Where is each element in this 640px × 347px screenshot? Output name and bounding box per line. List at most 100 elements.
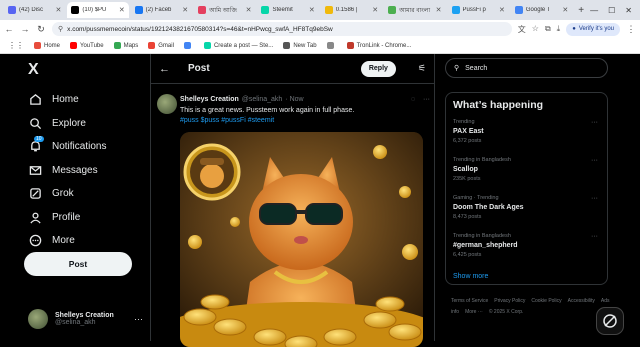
account-switcher[interactable]: Shelleys Creation @selina_akh ···	[28, 309, 143, 329]
back-icon[interactable]: ←	[4, 24, 14, 34]
nav-item-messages[interactable]: Messages	[28, 159, 106, 183]
browser-tab[interactable]: 0.1586 | ✕	[321, 2, 382, 18]
extensions-icon[interactable]: ⧉	[545, 24, 551, 35]
tune-icon[interactable]: ⚟	[418, 63, 426, 74]
downloads-icon[interactable]: ⤓	[557, 24, 561, 35]
tweet-author-name[interactable]: Shelleys Creation	[180, 96, 239, 103]
bookmark-item[interactable]: Maps	[113, 42, 138, 49]
nav-item-explore[interactable]: Explore	[28, 112, 106, 136]
footer-link[interactable]: Cookie Policy	[531, 298, 561, 304]
bookmark-item[interactable]	[183, 42, 194, 49]
tweet-avatar[interactable]	[157, 94, 177, 114]
tab-close-icon[interactable]: ✕	[246, 6, 252, 14]
forward-icon[interactable]: →	[20, 24, 30, 34]
tweet-more-icon[interactable]: ···	[423, 96, 430, 103]
tab-title: 0.1586 |	[335, 7, 358, 13]
tab-close-icon[interactable]: ✕	[309, 6, 315, 14]
search-input[interactable]: ⚲ Search	[445, 58, 608, 78]
footer-link[interactable]: © 2025 X Corp.	[489, 309, 524, 315]
address-bar[interactable]: ⚲ x.com/pussmemecoin/status/192124382167…	[52, 22, 512, 36]
browser-tab[interactable]: আমি আজি ✕	[194, 2, 255, 18]
tab-close-icon[interactable]: ✕	[436, 6, 442, 14]
maximize-icon[interactable]: ☐	[608, 6, 615, 15]
verify-button[interactable]: ● Verify it's you	[566, 22, 620, 36]
bookmark-item[interactable]: YouTube	[70, 42, 104, 49]
toolbar-icons: 文 ☆ ⧉ ⤓	[518, 24, 560, 35]
nav-item-profile[interactable]: Profile	[28, 206, 106, 230]
trend-more-icon[interactable]: ···	[591, 195, 598, 202]
bookmark-item[interactable]: Home	[34, 42, 60, 49]
trend-post-count: 235K posts	[453, 176, 481, 182]
page-title: Post	[188, 63, 210, 74]
tweet-image[interactable]	[180, 132, 423, 347]
browser-tab[interactable]: (10) $PU ✕	[67, 2, 129, 18]
bookmark-favicon-icon	[113, 42, 121, 49]
tab-close-icon[interactable]: ✕	[499, 6, 505, 14]
trend-more-icon[interactable]: ···	[591, 119, 598, 126]
back-arrow-icon[interactable]: ←	[159, 63, 170, 75]
home-icon	[28, 93, 42, 107]
footer-link[interactable]: Accessibility	[568, 298, 595, 304]
translate-icon[interactable]: 文	[518, 24, 526, 35]
bookmark-item[interactable]: Gmail	[148, 42, 174, 49]
nav-item-label: Home	[52, 94, 79, 106]
trend-item[interactable]: Gaming · Trending Doom The Dark Ages 8,4…	[453, 195, 600, 233]
site-info-icon[interactable]: ⚲	[58, 25, 63, 33]
bookmark-item[interactable]: Create a post — Ste...	[203, 42, 273, 49]
reply-button[interactable]: Reply	[360, 60, 396, 77]
nav-item-home[interactable]: Home	[28, 88, 106, 112]
post-button[interactable]: Post	[24, 252, 132, 276]
tweet-hashtags[interactable]: #puss $puss #pussFi #steemit	[180, 116, 430, 126]
reload-icon[interactable]: ↻	[36, 24, 46, 35]
bookmark-label: New Tab	[293, 42, 317, 49]
browser-tab[interactable]: Steemit ✕	[257, 2, 318, 18]
nav-item-notifications[interactable]: 10 Notifications	[28, 135, 106, 159]
nav-item-grok[interactable]: Grok	[28, 182, 106, 206]
tab-close-icon[interactable]: ✕	[182, 6, 188, 14]
browser-menu-icon[interactable]: ⋮	[626, 24, 636, 35]
browser-tab[interactable]: (2) Faceb ✕	[131, 2, 192, 18]
bookmark-item[interactable]	[326, 42, 337, 49]
tab-close-icon[interactable]: ✕	[562, 6, 568, 14]
bookmark-item[interactable]: New Tab	[283, 42, 317, 49]
close-window-icon[interactable]: ✕	[625, 6, 632, 15]
browser-tab[interactable]: আমার বাংলা ✕	[384, 2, 445, 18]
trend-more-icon[interactable]: ···	[591, 157, 598, 164]
browser-tab[interactable]: Google T ✕	[511, 2, 572, 18]
nav-item-label: Explore	[52, 117, 86, 129]
tab-favicon-icon	[324, 6, 333, 14]
grok-icon[interactable]: ◌	[411, 96, 415, 103]
right-sidebar: ⚲ Search What’s happening Trending PAX E…	[445, 54, 615, 341]
minimize-icon[interactable]: —	[590, 6, 598, 15]
bookmark-label: YouTube	[80, 42, 104, 49]
footer-link[interactable]: More ···	[465, 309, 483, 315]
browser-tab[interactable]: PussFi p ✕	[448, 2, 509, 18]
bookmark-favicon-icon	[283, 42, 291, 49]
new-tab-button[interactable]: +	[574, 5, 588, 16]
footer-link[interactable]: Privacy Policy	[494, 298, 525, 304]
bookmark-star-icon[interactable]: ☆	[532, 24, 539, 35]
account-more-icon[interactable]: ···	[134, 314, 143, 324]
x-logo-icon[interactable]: X	[28, 61, 39, 79]
tab-close-icon[interactable]: ✕	[372, 6, 378, 14]
footer-link[interactable]: Terms of Service	[451, 298, 488, 304]
apps-grid-icon[interactable]: ⋮⋮	[8, 41, 24, 50]
grok-fab-button[interactable]	[596, 307, 624, 335]
tab-close-icon[interactable]: ✕	[119, 6, 125, 14]
window-controls: — ☐ ✕	[590, 6, 640, 15]
nav-item-more[interactable]: More	[28, 229, 106, 253]
trend-item[interactable]: Trending PAX East 6,372 posts ···	[453, 119, 600, 157]
trend-item[interactable]: Trending in Bangladesh Scallop 235K post…	[453, 157, 600, 195]
bookmarks-bar: ⋮⋮ Home YouTube Maps Gmail Create a post…	[0, 38, 640, 54]
nav-item-label: More	[52, 235, 75, 247]
trends-title: What’s happening	[453, 99, 544, 111]
tweet-actions: ◌ ···	[411, 96, 430, 103]
trend-more-icon[interactable]: ···	[591, 233, 598, 240]
bookmark-item[interactable]: TronLink - Chrome...	[346, 42, 411, 49]
browser-tab[interactable]: (42) Disc ✕	[4, 2, 65, 18]
tab-close-icon[interactable]: ✕	[55, 6, 61, 14]
show-more-link[interactable]: Show more	[453, 273, 600, 280]
trend-item[interactable]: Trending in Bangladesh #german_shepherd …	[453, 233, 600, 271]
bookmark-favicon-icon	[183, 42, 191, 49]
tweet-author-handle[interactable]: @selina_akh	[242, 96, 283, 103]
